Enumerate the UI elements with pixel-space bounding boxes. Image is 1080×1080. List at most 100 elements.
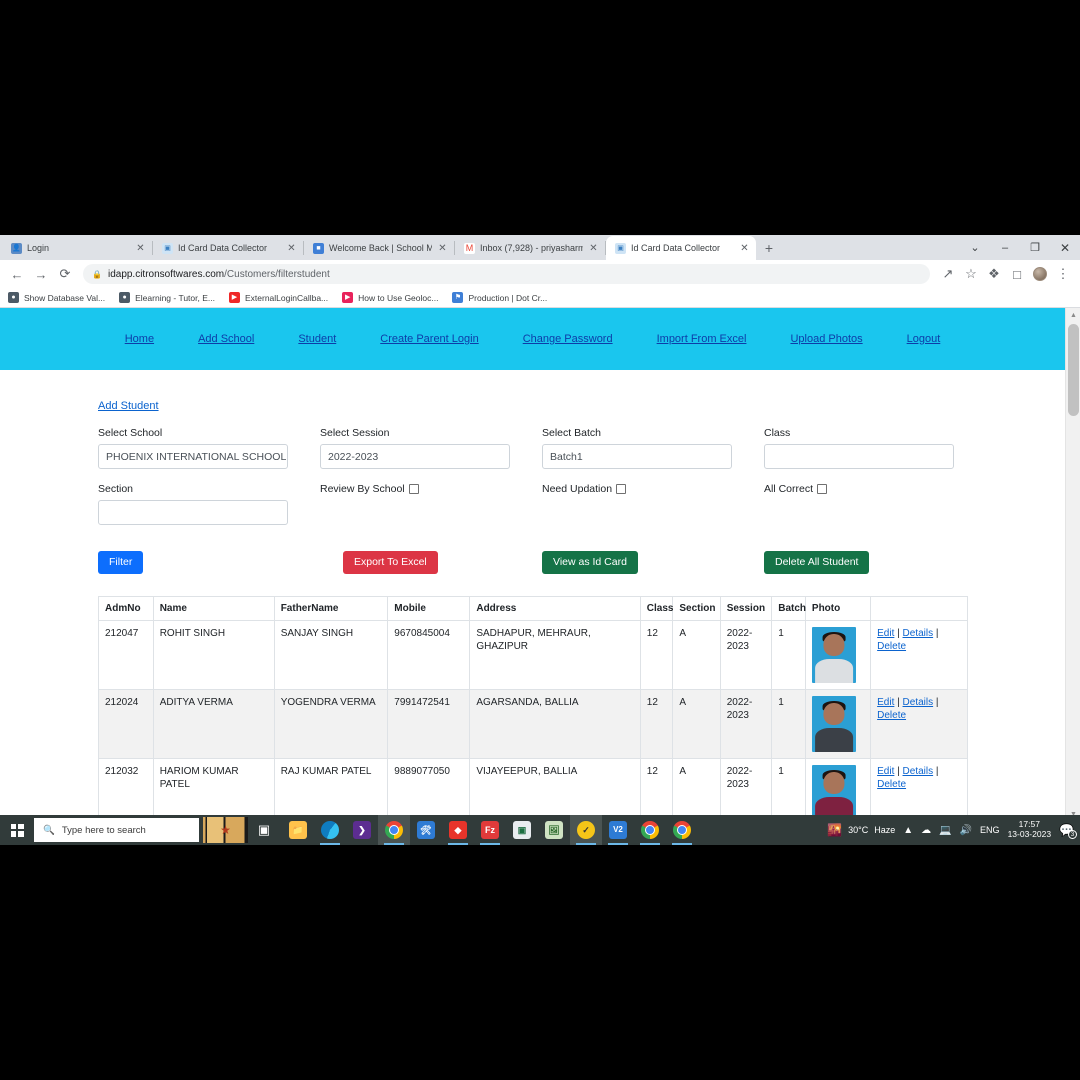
export-to-excel-button[interactable]: Export To Excel [343, 551, 438, 574]
class-input[interactable] [764, 444, 954, 469]
share-icon[interactable]: ↗ [937, 263, 959, 285]
column-header-batch[interactable]: Batch [771, 595, 806, 621]
nav-link-home[interactable]: Home [103, 333, 176, 345]
nav-link-upload-photos[interactable]: Upload Photos [768, 333, 884, 345]
column-header-class[interactable]: Class [639, 595, 673, 621]
table-row[interactable]: 212032 HARIOM KUMAR PATEL RAJ KUMAR PATE… [98, 757, 968, 821]
close-icon[interactable]: ✕ [437, 243, 448, 254]
nav-link-student[interactable]: Student [276, 333, 358, 345]
notification-center-icon[interactable]: 💬 3 [1059, 823, 1077, 839]
column-header-photo[interactable]: Photo [804, 595, 872, 621]
nav-link-logout[interactable]: Logout [885, 333, 963, 345]
language-indicator[interactable]: ENG [980, 825, 1000, 835]
column-header-address[interactable]: Address [469, 595, 641, 621]
delete-link[interactable]: Delete [877, 641, 906, 652]
view-as-id-card-button[interactable]: View as Id Card [542, 551, 638, 574]
close-window-button[interactable]: ✕ [1050, 235, 1080, 260]
reload-icon[interactable]: ⟳ [54, 263, 76, 285]
network-icon[interactable]: 💻 [939, 825, 951, 836]
show-hidden-icons-chevron-up-icon[interactable]: ▲ [903, 825, 913, 836]
news-widget-thumbnail[interactable] [203, 817, 248, 843]
excel-icon[interactable]: ▣ [506, 815, 538, 845]
visual-studio-code-icon[interactable]: ❯ [346, 815, 378, 845]
edit-link[interactable]: Edit [877, 766, 894, 777]
bookmark-elearning-tutor[interactable]: ● Elearning - Tutor, E... [119, 292, 215, 303]
details-link[interactable]: Details [903, 628, 934, 639]
volume-icon[interactable]: 🔊 [960, 825, 972, 836]
notepadpp-icon[interactable]: ◆ [442, 815, 474, 845]
table-row[interactable]: 212024 ADITYA VERMA YOGENDRA VERMA 79914… [98, 688, 968, 759]
scrollbar-thumb[interactable] [1068, 324, 1079, 416]
column-header-mobile[interactable]: Mobile [387, 595, 471, 621]
need-updation-checkbox[interactable] [616, 484, 627, 494]
select-session-input[interactable]: 2022-2023 [320, 444, 510, 469]
browser-tab-login[interactable]: 👤 Login ✕ [2, 236, 152, 260]
column-header-fathername[interactable]: FatherName [273, 595, 389, 621]
details-link[interactable]: Details [903, 697, 934, 708]
column-header-admno[interactable]: AdmNo [98, 595, 154, 621]
minimize-button[interactable]: – [990, 235, 1020, 260]
column-header-section[interactable]: Section [672, 595, 721, 621]
three-dot-menu-icon[interactable]: ⋮ [1052, 263, 1074, 285]
vlc2-icon[interactable]: V2 [602, 815, 634, 845]
star-icon[interactable]: ☆ [960, 263, 982, 285]
photos-icon[interactable]: 🖼 [538, 815, 570, 845]
tick-app-icon[interactable]: ✓ [570, 815, 602, 845]
new-tab-button[interactable]: + [756, 236, 782, 260]
review-by-school-checkbox[interactable] [408, 484, 419, 494]
browser-tab-id-card-data-collector-active[interactable]: ▣ Id Card Data Collector ✕ [606, 236, 756, 260]
nav-link-create-parent-login[interactable]: Create Parent Login [358, 333, 500, 345]
delete-link[interactable]: Delete [877, 779, 906, 790]
all-correct-checkbox[interactable] [817, 484, 828, 494]
chrome-icon[interactable] [378, 815, 410, 845]
maximize-button[interactable]: ❐ [1020, 235, 1050, 260]
file-explorer-icon[interactable]: 📁 [282, 815, 314, 845]
bookmark-how-to-use-geoloc[interactable]: ▶ How to Use Geoloc... [342, 292, 438, 303]
close-icon[interactable]: ✕ [135, 243, 146, 254]
delete-link[interactable]: Delete [877, 710, 906, 721]
edit-link[interactable]: Edit [877, 697, 894, 708]
page-scrollbar[interactable]: ▲ ▼ [1065, 308, 1080, 821]
bookmark-production-dot-cr[interactable]: ⚑ Production | Dot Cr... [452, 292, 547, 303]
back-arrow-icon[interactable]: ← [6, 263, 28, 285]
browser-tab-gmail-inbox[interactable]: M Inbox (7,928) - priyasharma5971 ✕ [455, 236, 605, 260]
bookmark-external-login-callback[interactable]: ▶ ExternalLoginCallba... [228, 292, 328, 303]
edit-link[interactable]: Edit [877, 628, 894, 639]
delete-all-student-button[interactable]: Delete All Student [764, 551, 870, 574]
add-student-link[interactable]: Add Student [98, 400, 159, 412]
filezilla-icon[interactable]: Fz [474, 815, 506, 845]
nav-link-import-from-excel[interactable]: Import From Excel [635, 333, 769, 345]
onedrive-icon[interactable]: ☁ [921, 825, 931, 836]
details-link[interactable]: Details [903, 766, 934, 777]
table-row[interactable]: 212047 ROHIT SINGH SANJAY SINGH 96708450… [98, 619, 968, 690]
tab-search-chevron-down-icon[interactable]: ⌄ [960, 235, 990, 260]
puzzle-icon[interactable]: ❖ [983, 263, 1005, 285]
section-input[interactable] [98, 500, 288, 525]
browser-tab-school-manager[interactable]: ■ Welcome Back | School Manager ✕ [304, 236, 454, 260]
weather-widget[interactable]: 🌇 30°C Haze [827, 823, 895, 837]
select-school-input[interactable]: PHOENIX INTERNATIONAL SCHOOL [98, 444, 288, 469]
nav-link-add-school[interactable]: Add School [176, 333, 276, 345]
edge-icon[interactable] [314, 815, 346, 845]
avatar-icon[interactable] [1029, 263, 1051, 285]
sidepanel-icon[interactable]: □ [1006, 263, 1028, 285]
close-icon[interactable]: ✕ [739, 243, 750, 254]
tools-icon[interactable]: 🛠 [410, 815, 442, 845]
task-view-icon[interactable]: ▣ [248, 815, 280, 845]
chrome-icon[interactable] [666, 815, 698, 845]
column-header-name[interactable]: Name [152, 595, 275, 621]
forward-arrow-icon[interactable]: → [30, 263, 52, 285]
select-batch-input[interactable]: Batch1 [542, 444, 732, 469]
close-icon[interactable]: ✕ [588, 243, 599, 254]
address-bar[interactable]: 🔒 idapp.citronsoftwares.com/Customers/fi… [83, 264, 930, 284]
start-button[interactable] [0, 815, 34, 845]
scroll-up-arrow-icon[interactable]: ▲ [1066, 308, 1080, 322]
chrome-icon[interactable] [634, 815, 666, 845]
close-icon[interactable]: ✕ [286, 243, 297, 254]
clock[interactable]: 17:57 13-03-2023 [1008, 819, 1051, 840]
bookmark-show-database-val[interactable]: ● Show Database Val... [8, 292, 105, 303]
filter-button[interactable]: Filter [98, 551, 144, 574]
browser-tab-id-card-data-collector-1[interactable]: ▣ Id Card Data Collector ✕ [153, 236, 303, 260]
column-header-session[interactable]: Session [719, 595, 773, 621]
nav-link-change-password[interactable]: Change Password [501, 333, 635, 345]
